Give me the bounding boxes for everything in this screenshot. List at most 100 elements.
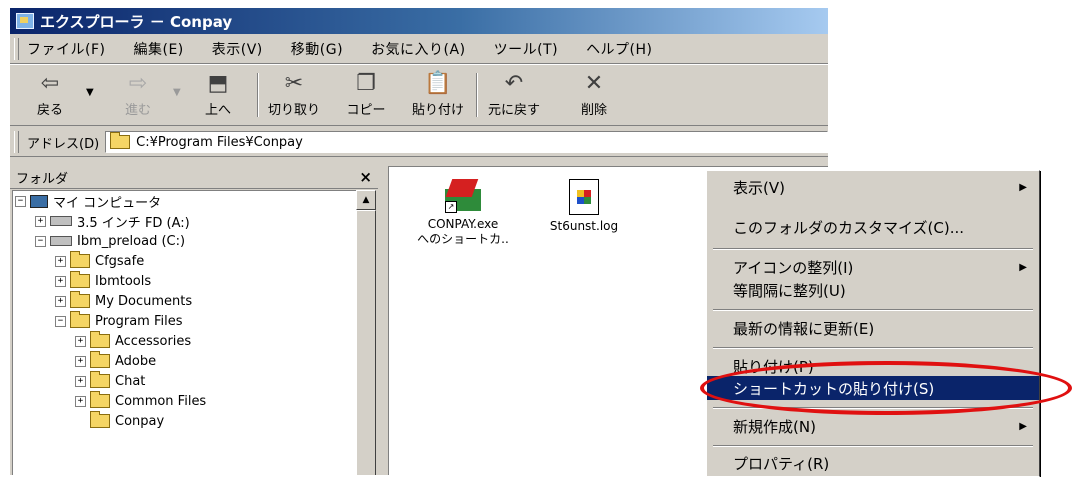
- tree-node-label: 3.5 インチ FD (A:): [77, 215, 190, 231]
- folder-icon: [90, 391, 110, 408]
- folder-icon: [70, 271, 90, 288]
- menu-item-refresh[interactable]: 最新の情報に更新(E): [707, 316, 1039, 340]
- shortcut-exe-icon: ↗: [445, 179, 481, 213]
- delete-x-icon: ✕: [584, 71, 604, 96]
- folder-icon: [90, 331, 110, 348]
- menu-item-label: プロパティ(R): [733, 454, 830, 473]
- menu-item-label: 新規作成(N): [733, 417, 816, 436]
- tree-node-chat[interactable]: + Chat: [75, 371, 145, 391]
- folder-icon: [90, 351, 110, 368]
- menu-item-new[interactable]: 新規作成(N) ▶: [707, 414, 1039, 438]
- menu-go[interactable]: 移動(G): [291, 39, 343, 59]
- up-button[interactable]: ⬒ 上へ: [186, 69, 250, 121]
- menu-edit[interactable]: 編集(E): [133, 39, 183, 59]
- expand-icon[interactable]: +: [55, 255, 66, 267]
- menu-favorites[interactable]: お気に入り(A): [371, 39, 466, 59]
- collapse-icon[interactable]: −: [35, 235, 46, 247]
- undo-icon: ↶: [504, 71, 524, 96]
- menu-item-label: 表示(V): [733, 178, 785, 197]
- menu-separator: [713, 248, 1033, 250]
- my-documents-folder-icon: [70, 291, 90, 308]
- menu-item-customize-folder[interactable]: このフォルダのカスタマイズ(C)...: [707, 215, 1039, 239]
- toolbar-separator: [257, 73, 259, 117]
- expand-icon[interactable]: +: [75, 335, 86, 347]
- menu-item-paste[interactable]: 貼り付け(P): [707, 354, 1039, 378]
- tree-node-c-drive[interactable]: − Ibm_preload (C:): [35, 231, 185, 251]
- menu-tools[interactable]: ツール(T): [494, 39, 558, 59]
- delete-button[interactable]: ✕ 削除: [562, 69, 626, 121]
- menu-separator: [713, 407, 1033, 409]
- menu-item-label: 等間隔に整列(U): [733, 281, 846, 300]
- menu-separator: [713, 445, 1033, 447]
- expand-icon[interactable]: +: [75, 395, 86, 407]
- cut-button[interactable]: ✂ 切り取り: [262, 69, 326, 121]
- folder-tree-scrollbar[interactable]: ▲: [356, 190, 376, 475]
- title-bar[interactable]: エクスプローラ － Conpay: [10, 8, 828, 34]
- paste-icon: 📋: [424, 71, 452, 96]
- menu-file[interactable]: ファイル(F): [27, 39, 105, 59]
- tree-node-adobe[interactable]: + Adobe: [75, 351, 156, 371]
- menu-item-view[interactable]: 表示(V) ▶: [707, 175, 1039, 199]
- scrollbar-thumb[interactable]: [356, 210, 376, 475]
- tree-node-label: My Documents: [95, 293, 193, 309]
- scissors-icon: ✂: [284, 71, 304, 96]
- tree-node-cfgsafe[interactable]: + Cfgsafe: [55, 251, 144, 271]
- collapse-icon[interactable]: −: [55, 315, 66, 327]
- scroll-up-icon[interactable]: ▲: [356, 190, 376, 210]
- submenu-arrow-icon: ▶: [1019, 420, 1027, 432]
- menu-item-arrange-icons[interactable]: アイコンの整列(I) ▶: [707, 255, 1039, 279]
- expand-icon[interactable]: +: [75, 355, 86, 367]
- expand-icon[interactable]: +: [55, 295, 66, 307]
- tree-node-program-files[interactable]: − Program Files: [55, 311, 183, 331]
- tree-node-conpay[interactable]: Conpay: [90, 411, 164, 431]
- expand-icon[interactable]: +: [55, 275, 66, 287]
- back-arrow-icon: ⇦: [40, 71, 60, 96]
- back-label: 戻る: [36, 103, 63, 118]
- folder-icon: [110, 132, 131, 149]
- folder-pane-header: フォルダ ×: [10, 166, 378, 189]
- tree-node-floppy[interactable]: + 3.5 インチ FD (A:): [35, 211, 190, 231]
- forward-button[interactable]: ⇨ 進む: [106, 69, 170, 121]
- expand-icon[interactable]: +: [35, 215, 46, 227]
- file-name: St6unst.log: [549, 219, 619, 233]
- tree-node-label: Common Files: [115, 393, 207, 409]
- menubar-grip[interactable]: [14, 38, 19, 60]
- back-dropdown-icon[interactable]: ▼: [86, 87, 94, 98]
- close-pane-icon[interactable]: ×: [359, 168, 372, 186]
- toolbar-separator: [476, 73, 478, 117]
- folder-pane-title: フォルダ: [16, 171, 69, 187]
- tree-node-label: マイ コンピュータ: [53, 195, 162, 211]
- computer-icon: [30, 194, 48, 208]
- collapse-icon[interactable]: −: [15, 195, 26, 207]
- file-item-st6unst-log[interactable]: St6unst.log: [539, 179, 629, 234]
- menu-item-line-up-icons[interactable]: 等間隔に整列(U): [707, 278, 1039, 302]
- menu-view[interactable]: 表示(V): [212, 39, 263, 59]
- paste-button[interactable]: 📋 貼り付け: [406, 69, 470, 121]
- submenu-arrow-icon: ▶: [1019, 261, 1027, 273]
- tree-node-accessories[interactable]: + Accessories: [75, 331, 191, 351]
- up-folder-icon: ⬒: [207, 71, 229, 96]
- hard-drive-icon: [50, 236, 72, 246]
- copy-button[interactable]: ❐ コピー: [334, 69, 398, 121]
- folder-tree: − マイ コンピュータ + 3.5 インチ FD (A:) − Ibm_prel…: [12, 190, 358, 475]
- paste-label: 貼り付け: [411, 103, 464, 118]
- forward-dropdown-icon[interactable]: ▼: [173, 87, 181, 98]
- tree-node-common-files[interactable]: + Common Files: [75, 391, 206, 411]
- expand-icon[interactable]: +: [75, 375, 86, 387]
- tree-node-my-documents[interactable]: + My Documents: [55, 291, 192, 311]
- menu-help[interactable]: ヘルプ(H): [586, 39, 652, 59]
- address-field[interactable]: C:¥Program Files¥Conpay: [105, 131, 828, 153]
- undo-button[interactable]: ↶ 元に戻す: [482, 69, 546, 121]
- tree-node-label: Ibm_preload (C:): [77, 233, 186, 249]
- up-label: 上へ: [204, 103, 231, 118]
- folder-icon: [90, 371, 110, 388]
- delete-label: 削除: [580, 103, 607, 118]
- window-title: エクスプローラ － Conpay: [40, 12, 233, 31]
- back-button[interactable]: ⇦ 戻る: [18, 69, 82, 121]
- menu-item-properties[interactable]: プロパティ(R): [707, 451, 1039, 475]
- menu-item-paste-shortcut[interactable]: ショートカットの貼り付け(S): [707, 376, 1039, 400]
- tree-node-ibmtools[interactable]: + Ibmtools: [55, 271, 151, 291]
- file-item-conpay-shortcut[interactable]: ↗ CONPAY.exe へのショートカ..: [409, 179, 517, 247]
- addressbar-grip[interactable]: [14, 131, 19, 153]
- tree-node-my-computer[interactable]: − マイ コンピュータ: [15, 191, 161, 211]
